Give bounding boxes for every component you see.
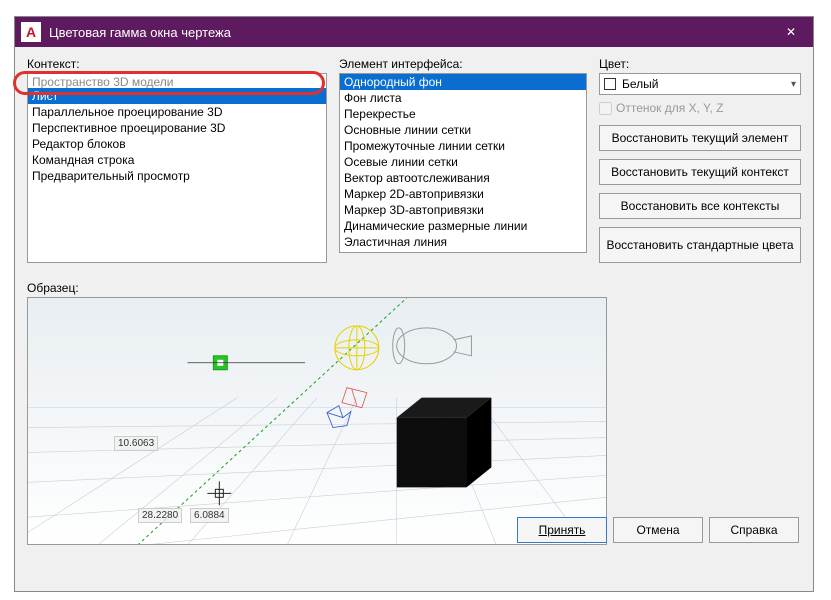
list-item[interactable]: Промежуточные линии сетки [340,138,586,154]
list-item[interactable]: Маркер 2D-автопривязки [340,186,586,202]
context-label: Контекст: [27,57,327,71]
context-column: Контекст: Пространство 3D модели Лист Па… [27,57,327,271]
dialog-window: A Цветовая гамма окна чертежа ✕ Контекст… [14,16,814,592]
list-item[interactable]: Перекрестье [340,106,586,122]
close-icon: ✕ [786,25,796,39]
context-listbox[interactable]: Пространство 3D модели Лист Параллельное… [27,73,327,263]
coordinate-callout: 10.6063 [114,436,158,451]
list-item[interactable]: Однородный фон [340,74,586,90]
window-title: Цветовая гамма окна чертежа [49,25,769,40]
list-item[interactable]: Пространство 3D модели [28,74,326,88]
color-swatch-icon [604,78,616,90]
list-item[interactable]: Параллельное проецирование 3D [28,104,326,120]
ui-element-label: Элемент интерфейса: [339,57,587,71]
dialog-content: Контекст: Пространство 3D модели Лист Па… [15,47,813,555]
list-item[interactable]: Подсказка при прочерчивании [340,250,586,253]
list-item[interactable]: Основные линии сетки [340,122,586,138]
list-item[interactable]: Предварительный просмотр [28,168,326,184]
sample-label: Образец: [27,281,801,295]
dialog-buttons: Принять Отмена Справка [517,517,799,543]
preview-grid-icon [28,298,606,545]
tint-checkbox-row: Оттенок для X, Y, Z [599,101,801,115]
restore-element-button[interactable]: Восстановить текущий элемент [599,125,801,151]
coordinate-callout: 6.0884 [190,508,229,523]
color-label: Цвет: [599,57,801,71]
coordinate-callout: 28.2280 [138,508,182,523]
color-column: Цвет: Белый ▾ Оттенок для X, Y, Z Восста… [599,57,801,271]
tint-label: Оттенок для X, Y, Z [616,101,724,115]
help-button[interactable]: Справка [709,517,799,543]
restore-context-button[interactable]: Восстановить текущий контекст [599,159,801,185]
cancel-button[interactable]: Отмена [613,517,703,543]
color-dropdown[interactable]: Белый ▾ [599,73,801,95]
list-item[interactable]: Перспективное проецирование 3D [28,120,326,136]
list-item[interactable]: Редактор блоков [28,136,326,152]
ui-element-listbox[interactable]: Однородный фон Фон листа Перекрестье Осн… [339,73,587,253]
list-item[interactable]: Динамические размерные линии [340,218,586,234]
list-item[interactable]: Лист [28,88,326,104]
preview-pane: 10.6063 28.2280 6.0884 [27,297,607,545]
list-item[interactable]: Осевые линии сетки [340,154,586,170]
restore-all-contexts-button[interactable]: Восстановить все контексты [599,193,801,219]
list-item[interactable]: Фон листа [340,90,586,106]
ui-element-column: Элемент интерфейса: Однородный фон Фон л… [339,57,587,271]
restore-standard-colors-button[interactable]: Восстановить стандартные цвета [599,227,801,263]
color-name: Белый [622,77,658,91]
list-item[interactable]: Маркер 3D-автопривязки [340,202,586,218]
tint-checkbox [599,102,612,115]
close-button[interactable]: ✕ [769,17,813,47]
list-item[interactable]: Командная строка [28,152,326,168]
list-item[interactable]: Эластичная линия [340,234,586,250]
chevron-down-icon: ▾ [791,79,796,90]
list-item[interactable]: Вектор автоотслеживания [340,170,586,186]
app-icon: A [21,22,41,42]
apply-button[interactable]: Принять [517,517,607,543]
titlebar: A Цветовая гамма окна чертежа ✕ [15,17,813,47]
